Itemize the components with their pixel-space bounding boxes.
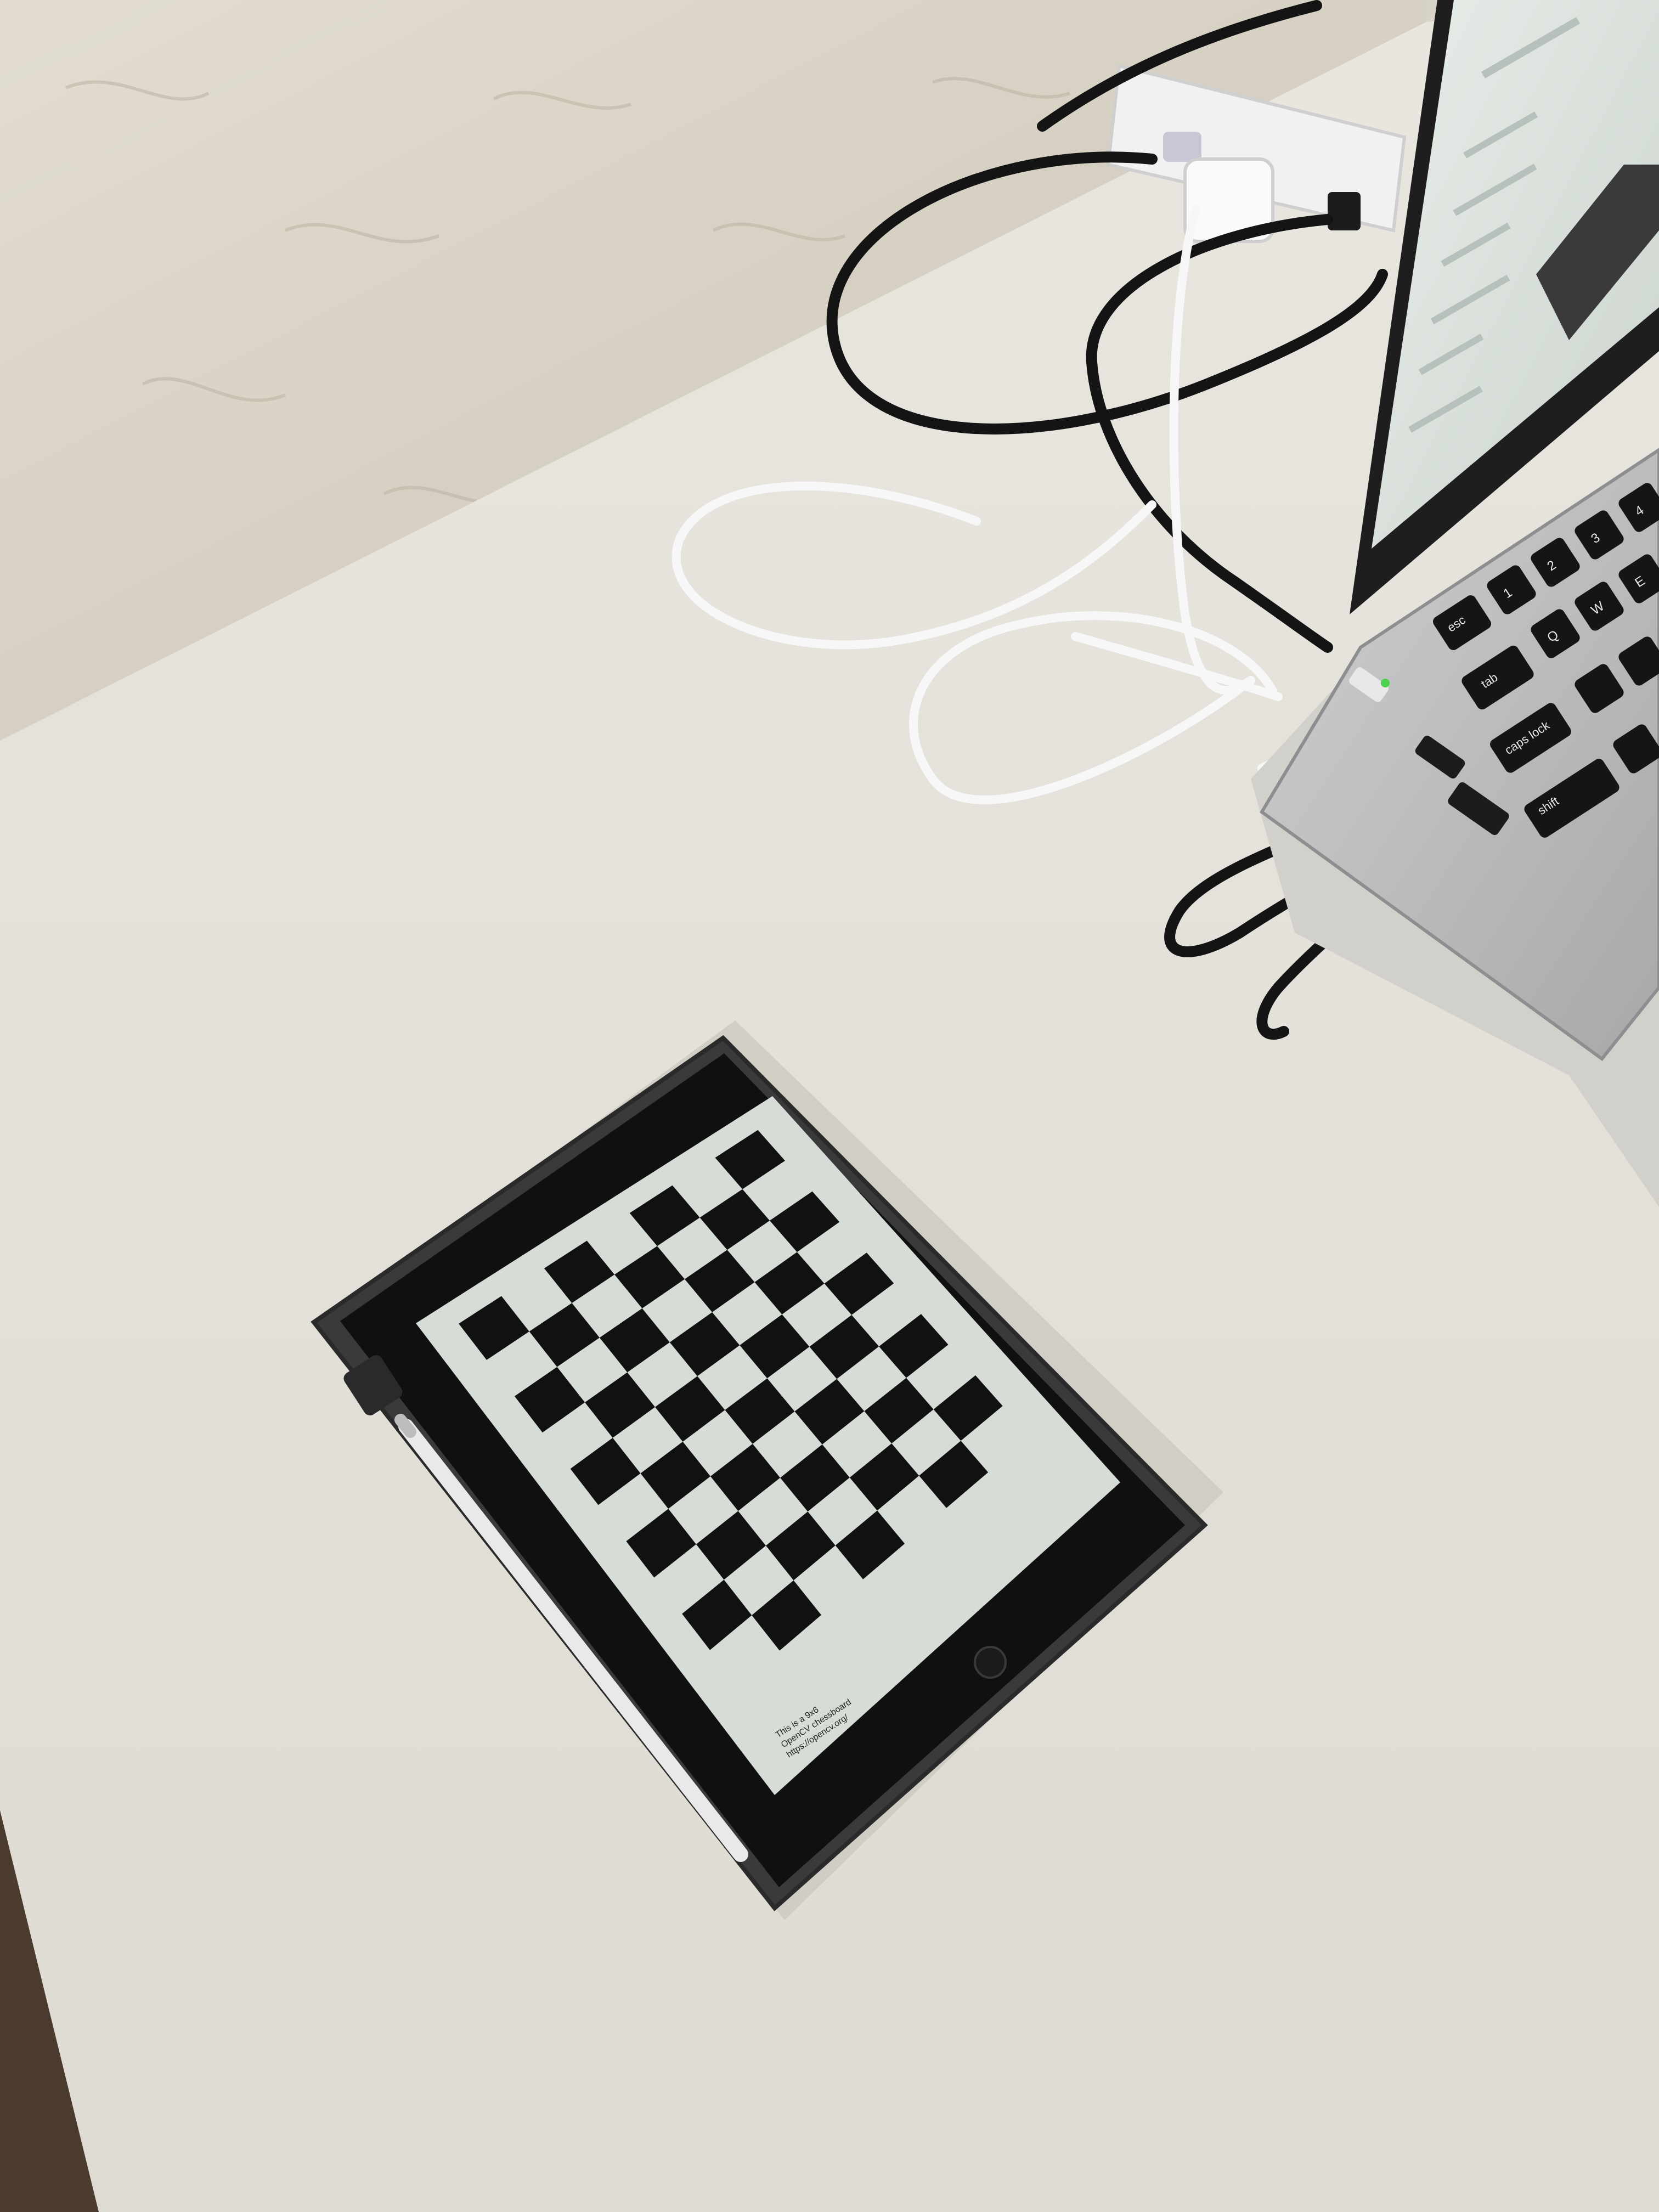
home-button[interactable] — [974, 1646, 1007, 1679]
magsafe-led — [1381, 679, 1390, 687]
photo-scene: esc tab caps lock shift 1 2 3 4 Q W E Th… — [0, 0, 1659, 2212]
stylus-tip — [394, 1414, 416, 1438]
